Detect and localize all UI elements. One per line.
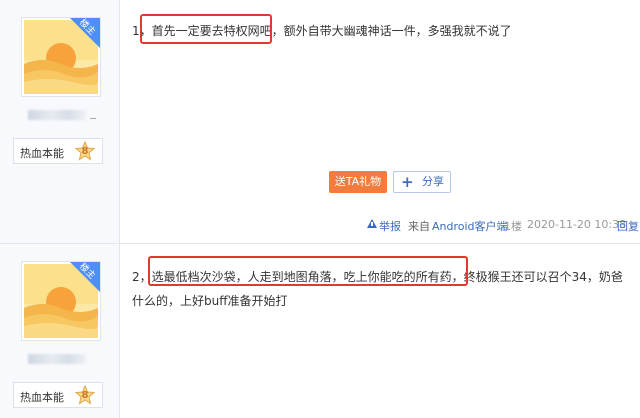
author-panel: 楼主 热血本能 8 bbox=[0, 0, 120, 243]
send-gift-button[interactable]: 送TA礼物 bbox=[329, 171, 387, 193]
avatar[interactable]: 楼主 bbox=[21, 261, 101, 341]
badge-title: 热血本能 bbox=[20, 391, 64, 404]
share-button[interactable]: + 分享 bbox=[393, 171, 451, 193]
report-link[interactable]: 举报 bbox=[379, 218, 401, 234]
badge-level: 8 bbox=[81, 146, 89, 157]
reply-link[interactable]: 回复 bbox=[617, 218, 639, 234]
source-prefix: 来自 bbox=[408, 220, 430, 233]
post-1: 楼主 热血本能 8 1，首先一定要去特权网吧，额外自带大幽魂神话一件，多强我就不… bbox=[0, 0, 640, 243]
username-blurred[interactable] bbox=[28, 354, 86, 364]
badge-title: 热血本能 bbox=[20, 147, 64, 160]
highlight-box bbox=[140, 14, 272, 44]
username-tail bbox=[90, 118, 96, 119]
share-plus-icon: + bbox=[401, 173, 414, 191]
warning-icon-mark bbox=[371, 222, 373, 226]
avatar[interactable]: 楼主 bbox=[21, 17, 101, 97]
level-badge[interactable]: 热血本能 8 bbox=[13, 382, 103, 408]
source-client-link[interactable]: Android客户端 bbox=[432, 218, 508, 234]
level-badge[interactable]: 热血本能 8 bbox=[13, 138, 103, 164]
author-panel: 楼主 热血本能 8 bbox=[0, 244, 120, 418]
floor-number: 1楼 bbox=[504, 220, 522, 233]
username-blurred[interactable] bbox=[28, 110, 86, 120]
post-time: 2020-11-20 10:38 bbox=[527, 218, 627, 231]
share-label: 分享 bbox=[422, 175, 444, 188]
highlight-box bbox=[148, 256, 468, 286]
badge-level: 8 bbox=[81, 390, 89, 401]
